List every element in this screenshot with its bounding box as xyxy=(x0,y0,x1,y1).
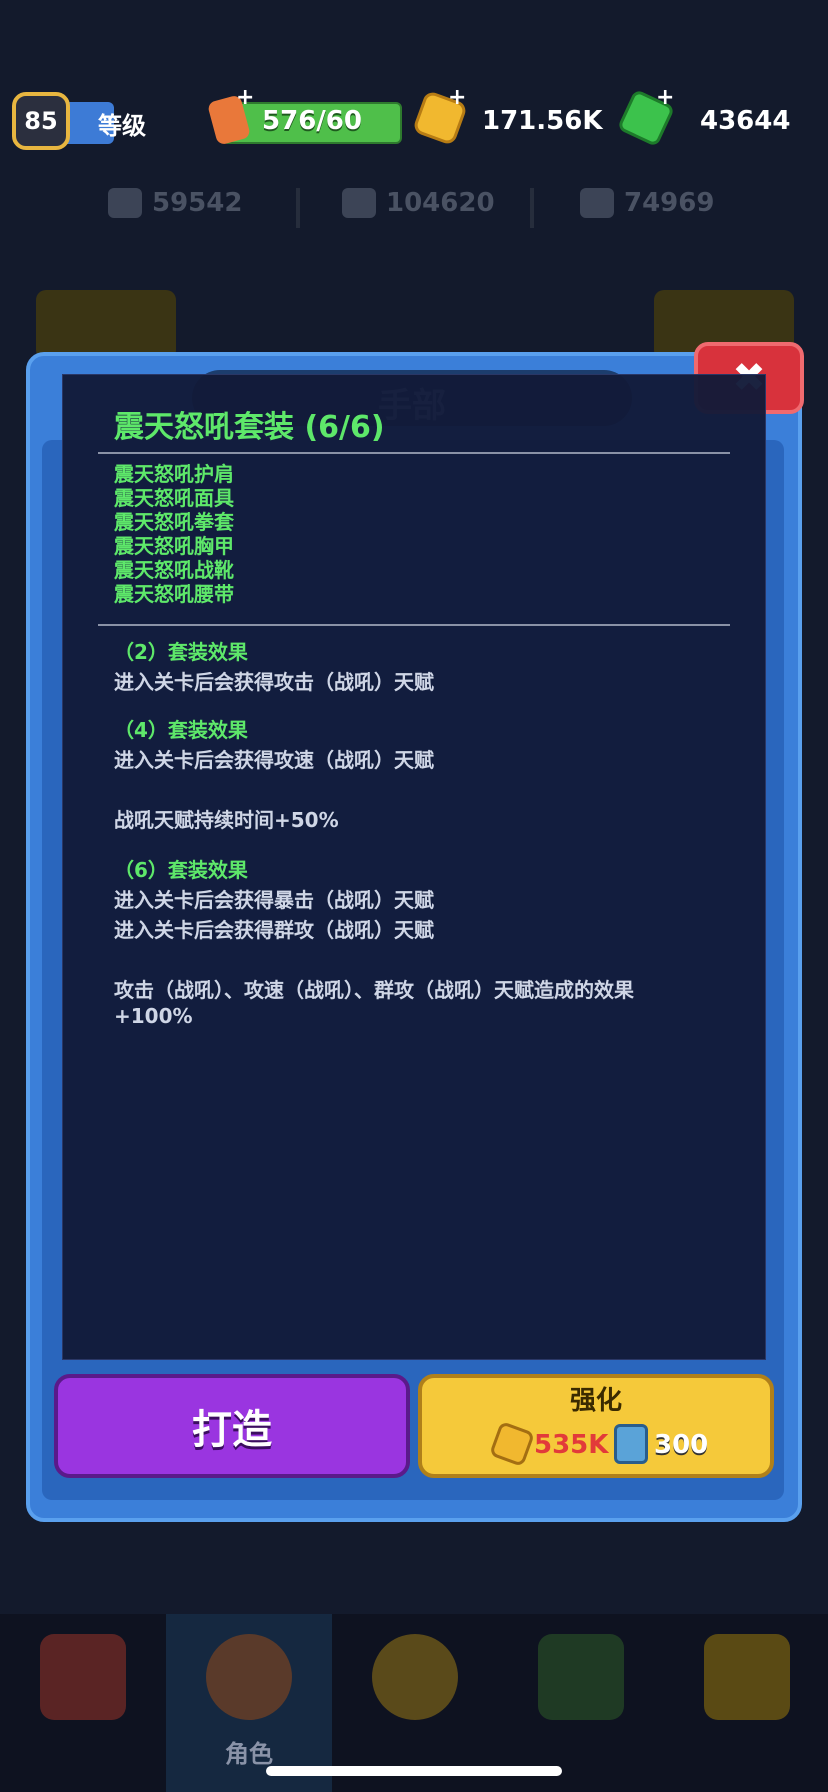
enhance-label: 强化 xyxy=(569,1386,622,1416)
nav-character-label: 角色 xyxy=(225,1740,273,1768)
divider xyxy=(98,452,730,454)
home-indicator[interactable] xyxy=(266,1766,562,1776)
bonus-6-text: 进入关卡后会获得群攻（战吼）天赋 xyxy=(114,918,434,942)
bullets-icon xyxy=(108,188,142,218)
scroll-icon xyxy=(614,1424,648,1464)
bonus-6-text: 攻击（战吼）、攻速（战吼）、群攻（战吼）天赋造成的效果 xyxy=(114,978,634,1002)
gem-value: 43644 xyxy=(700,106,791,136)
set-piece-list: 震天怒吼护肩 震天怒吼面具 震天怒吼拳套 震天怒吼胸甲 震天怒吼战靴 震天怒吼腰… xyxy=(114,462,234,606)
add-energy-icon[interactable]: + xyxy=(236,87,254,109)
heart-icon xyxy=(342,188,376,218)
coin-value: 171.56K xyxy=(482,106,603,136)
divider xyxy=(530,188,534,228)
bonus-6-heading: （6）套装效果 xyxy=(114,858,248,882)
divider xyxy=(296,188,300,228)
shop-icon xyxy=(40,1634,126,1720)
attack-stat: 59542 xyxy=(108,188,242,218)
bonus-2-heading: （2）套装效果 xyxy=(114,640,248,664)
level-label: 等级 xyxy=(98,112,146,140)
bonus-6-text: +100% xyxy=(114,1004,193,1028)
crosshair-icon xyxy=(372,1634,458,1720)
set-piece: 震天怒吼战靴 xyxy=(114,558,234,582)
bonus-6-text: 进入关卡后会获得暴击（战吼）天赋 xyxy=(114,888,434,912)
defense-value: 74969 xyxy=(624,188,715,218)
divider xyxy=(98,624,730,626)
set-piece: 震天怒吼拳套 xyxy=(114,510,234,534)
shield-icon xyxy=(580,188,614,218)
bonus-2-text: 进入关卡后会获得攻击（战吼）天赋 xyxy=(114,670,434,694)
nav-trophy[interactable] xyxy=(664,1614,828,1792)
set-piece: 震天怒吼胸甲 xyxy=(114,534,234,558)
set-piece: 震天怒吼腰带 xyxy=(114,582,234,606)
upgrade-arrow-icon xyxy=(538,1634,624,1720)
bonus-4-text: 进入关卡后会获得攻速（战吼）天赋 xyxy=(114,748,434,772)
enhance-coin-cost: 535K xyxy=(534,1430,609,1460)
enhance-scroll-cost: 300 xyxy=(654,1430,709,1460)
character-icon xyxy=(206,1634,292,1720)
health-stat: 104620 xyxy=(342,188,495,218)
defense-stat: 74969 xyxy=(580,188,714,218)
trophy-icon xyxy=(704,1634,790,1720)
set-piece: 震天怒吼面具 xyxy=(114,486,234,510)
energy-value: 576/60 xyxy=(262,106,362,136)
set-piece: 震天怒吼护肩 xyxy=(114,462,234,486)
forge-button[interactable]: 打造 xyxy=(54,1374,410,1478)
set-title: 震天怒吼套装 (6/6) xyxy=(114,410,385,445)
add-gem-icon[interactable]: + xyxy=(656,87,674,109)
stats-row: 59542 104620 74969 xyxy=(0,188,828,228)
level-badge[interactable]: 85 xyxy=(12,92,70,150)
nav-shop[interactable] xyxy=(0,1614,166,1792)
attack-value: 59542 xyxy=(152,188,243,218)
health-value: 104620 xyxy=(386,188,495,218)
equipment-slot xyxy=(36,290,176,360)
top-status-bar: 85 等级 + 576/60 + 171.56K + 43644 xyxy=(0,80,828,160)
bonus-4-heading: （4）套装效果 xyxy=(114,718,248,742)
add-coin-icon[interactable]: + xyxy=(448,87,466,109)
bonus-4-text: 战吼天赋持续时间+50% xyxy=(114,808,339,832)
